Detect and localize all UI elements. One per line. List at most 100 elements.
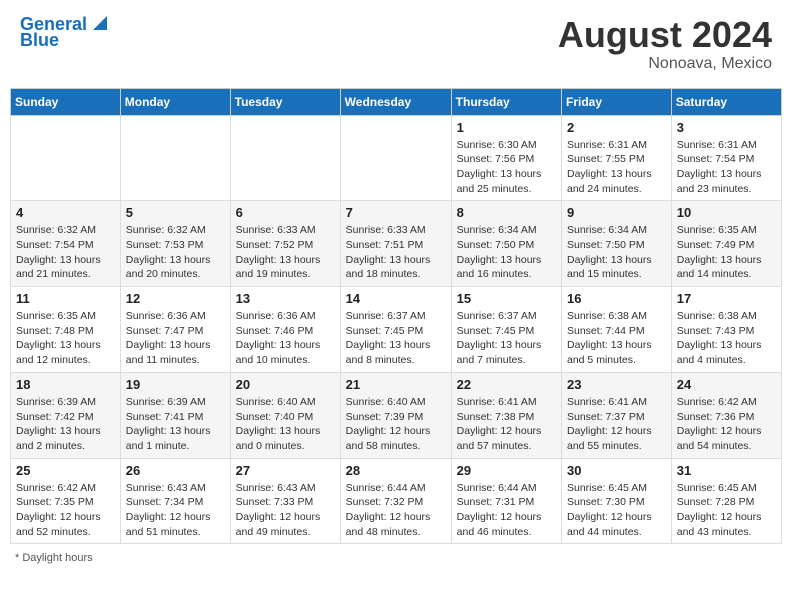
day-info: Sunrise: 6:42 AMSunset: 7:35 PMDaylight:… — [16, 481, 115, 540]
calendar-cell: 4 Sunrise: 6:32 AMSunset: 7:54 PMDaylight… — [11, 201, 121, 287]
day-info: Sunrise: 6:31 AMSunset: 7:55 PMDaylight:… — [567, 138, 666, 197]
logo-triangle-icon — [89, 12, 111, 34]
day-info: Sunrise: 6:30 AMSunset: 7:56 PMDaylight:… — [457, 138, 556, 197]
calendar-day-header: Monday — [120, 88, 230, 115]
month-year-title: August 2024 — [558, 15, 772, 55]
day-number: 19 — [126, 377, 225, 392]
day-info: Sunrise: 6:36 AMSunset: 7:46 PMDaylight:… — [236, 309, 335, 368]
calendar-week-row: 25 Sunrise: 6:42 AMSunset: 7:35 PMDayligh… — [11, 458, 782, 544]
logo: General Blue — [20, 15, 111, 51]
day-info: Sunrise: 6:36 AMSunset: 7:47 PMDaylight:… — [126, 309, 225, 368]
day-info: Sunrise: 6:38 AMSunset: 7:43 PMDaylight:… — [677, 309, 776, 368]
day-number: 23 — [567, 377, 666, 392]
calendar-cell: 28Sunrise: 6:44 AMSunset: 7:32 PMDayligh… — [340, 458, 451, 544]
day-number: 30 — [567, 463, 666, 478]
day-info: Sunrise: 6:44 AMSunset: 7:32 PMDaylight:… — [346, 481, 446, 540]
calendar-cell: 27 Sunrise: 6:43 AMSunset: 7:33 PMDayligh… — [230, 458, 340, 544]
day-number: 18 — [16, 377, 115, 392]
calendar-cell: 21 Sunrise: 6:40 AMSunset: 7:39 PMDayligh… — [340, 372, 451, 458]
calendar-table: SundayMondayTuesdayWednesdayThursdayFrid… — [10, 88, 782, 545]
calendar-day-header: Saturday — [671, 88, 781, 115]
day-info: Sunrise: 6:39 AMSunset: 7:42 PMDaylight:… — [16, 395, 115, 454]
calendar-cell: 3 Sunrise: 6:31 AMSunset: 7:54 PMDaylight… — [671, 115, 781, 201]
day-number: 3 — [677, 120, 776, 135]
calendar-cell: 29 Sunrise: 6:44 AMSunset: 7:31 PMDayligh… — [451, 458, 561, 544]
calendar-cell: 10 Sunrise: 6:35 AMSunset: 7:49 PMDayligh… — [671, 201, 781, 287]
day-number: 10 — [677, 205, 776, 220]
day-number: 1 — [457, 120, 556, 135]
logo-blue: Blue — [20, 31, 59, 51]
day-info: Sunrise: 6:45 AMSunset: 7:28 PMDaylight:… — [677, 481, 776, 540]
calendar-cell: 22 Sunrise: 6:41 AMSunset: 7:38 PMDayligh… — [451, 372, 561, 458]
day-info: Sunrise: 6:33 AMSunset: 7:51 PMDaylight:… — [346, 223, 446, 282]
day-info: Sunrise: 6:31 AMSunset: 7:54 PMDaylight:… — [677, 138, 776, 197]
footer-note: * Daylight hours — [10, 552, 782, 564]
day-info: Sunrise: 6:35 AMSunset: 7:49 PMDaylight:… — [677, 223, 776, 282]
calendar-cell: 5 Sunrise: 6:32 AMSunset: 7:53 PMDaylight… — [120, 201, 230, 287]
calendar-week-row: 4 Sunrise: 6:32 AMSunset: 7:54 PMDaylight… — [11, 201, 782, 287]
day-info: Sunrise: 6:35 AMSunset: 7:48 PMDaylight:… — [16, 309, 115, 368]
day-number: 11 — [16, 291, 115, 306]
footer-note-text: Daylight hours — [22, 552, 92, 564]
calendar-cell: 18 Sunrise: 6:39 AMSunset: 7:42 PMDayligh… — [11, 372, 121, 458]
day-info: Sunrise: 6:32 AMSunset: 7:53 PMDaylight:… — [126, 223, 225, 282]
day-info: Sunrise: 6:40 AMSunset: 7:39 PMDaylight:… — [346, 395, 446, 454]
calendar-cell: 8Sunrise: 6:34 AMSunset: 7:50 PMDaylight… — [451, 201, 561, 287]
calendar-cell — [120, 115, 230, 201]
calendar-day-header: Sunday — [11, 88, 121, 115]
calendar-week-row: 18 Sunrise: 6:39 AMSunset: 7:42 PMDayligh… — [11, 372, 782, 458]
day-info: Sunrise: 6:37 AMSunset: 7:45 PMDaylight:… — [457, 309, 556, 368]
day-number: 22 — [457, 377, 556, 392]
calendar-cell: 17 Sunrise: 6:38 AMSunset: 7:43 PMDayligh… — [671, 287, 781, 373]
calendar-cell: 20 Sunrise: 6:40 AMSunset: 7:40 PMDayligh… — [230, 372, 340, 458]
day-number: 29 — [457, 463, 556, 478]
calendar-cell: 31Sunrise: 6:45 AMSunset: 7:28 PMDayligh… — [671, 458, 781, 544]
calendar-week-row: 11 Sunrise: 6:35 AMSunset: 7:48 PMDayligh… — [11, 287, 782, 373]
day-info: Sunrise: 6:41 AMSunset: 7:37 PMDaylight:… — [567, 395, 666, 454]
calendar-week-row: 1 Sunrise: 6:30 AMSunset: 7:56 PMDaylight… — [11, 115, 782, 201]
day-info: Sunrise: 6:37 AMSunset: 7:45 PMDaylight:… — [346, 309, 446, 368]
day-info: Sunrise: 6:32 AMSunset: 7:54 PMDaylight:… — [16, 223, 115, 282]
calendar-cell: 26 Sunrise: 6:43 AMSunset: 7:34 PMDayligh… — [120, 458, 230, 544]
calendar-cell: 6Sunrise: 6:33 AMSunset: 7:52 PMDaylight… — [230, 201, 340, 287]
day-info: Sunrise: 6:43 AMSunset: 7:33 PMDaylight:… — [236, 481, 335, 540]
day-number: 26 — [126, 463, 225, 478]
calendar-day-header: Thursday — [451, 88, 561, 115]
header: General Blue August 2024 Nonoava, Mexico — [10, 10, 782, 78]
calendar-cell: 19 Sunrise: 6:39 AMSunset: 7:41 PMDayligh… — [120, 372, 230, 458]
calendar-cell: 7 Sunrise: 6:33 AMSunset: 7:51 PMDaylight… — [340, 201, 451, 287]
day-number: 12 — [126, 291, 225, 306]
calendar-cell: 24Sunrise: 6:42 AMSunset: 7:36 PMDayligh… — [671, 372, 781, 458]
day-number: 17 — [677, 291, 776, 306]
day-number: 4 — [16, 205, 115, 220]
day-info: Sunrise: 6:43 AMSunset: 7:34 PMDaylight:… — [126, 481, 225, 540]
day-info: Sunrise: 6:34 AMSunset: 7:50 PMDaylight:… — [567, 223, 666, 282]
day-info: Sunrise: 6:41 AMSunset: 7:38 PMDaylight:… — [457, 395, 556, 454]
calendar-cell — [340, 115, 451, 201]
day-number: 16 — [567, 291, 666, 306]
day-number: 25 — [16, 463, 115, 478]
day-number: 13 — [236, 291, 335, 306]
day-number: 5 — [126, 205, 225, 220]
calendar-cell: 2Sunrise: 6:31 AMSunset: 7:55 PMDaylight… — [562, 115, 672, 201]
calendar-cell: 1 Sunrise: 6:30 AMSunset: 7:56 PMDaylight… — [451, 115, 561, 201]
calendar-cell: 16Sunrise: 6:38 AMSunset: 7:44 PMDayligh… — [562, 287, 672, 373]
title-area: August 2024 Nonoava, Mexico — [558, 15, 772, 73]
calendar-day-header: Wednesday — [340, 88, 451, 115]
calendar-cell — [230, 115, 340, 201]
calendar-day-header: Friday — [562, 88, 672, 115]
day-number: 7 — [346, 205, 446, 220]
calendar-header-row: SundayMondayTuesdayWednesdayThursdayFrid… — [11, 88, 782, 115]
calendar-cell: 15Sunrise: 6:37 AMSunset: 7:45 PMDayligh… — [451, 287, 561, 373]
calendar-cell — [11, 115, 121, 201]
day-number: 14 — [346, 291, 446, 306]
day-info: Sunrise: 6:44 AMSunset: 7:31 PMDaylight:… — [457, 481, 556, 540]
day-number: 20 — [236, 377, 335, 392]
calendar-cell: 11 Sunrise: 6:35 AMSunset: 7:48 PMDayligh… — [11, 287, 121, 373]
calendar-cell: 23 Sunrise: 6:41 AMSunset: 7:37 PMDayligh… — [562, 372, 672, 458]
day-info: Sunrise: 6:40 AMSunset: 7:40 PMDaylight:… — [236, 395, 335, 454]
location-subtitle: Nonoava, Mexico — [558, 55, 772, 73]
day-number: 21 — [346, 377, 446, 392]
day-info: Sunrise: 6:39 AMSunset: 7:41 PMDaylight:… — [126, 395, 225, 454]
day-number: 27 — [236, 463, 335, 478]
